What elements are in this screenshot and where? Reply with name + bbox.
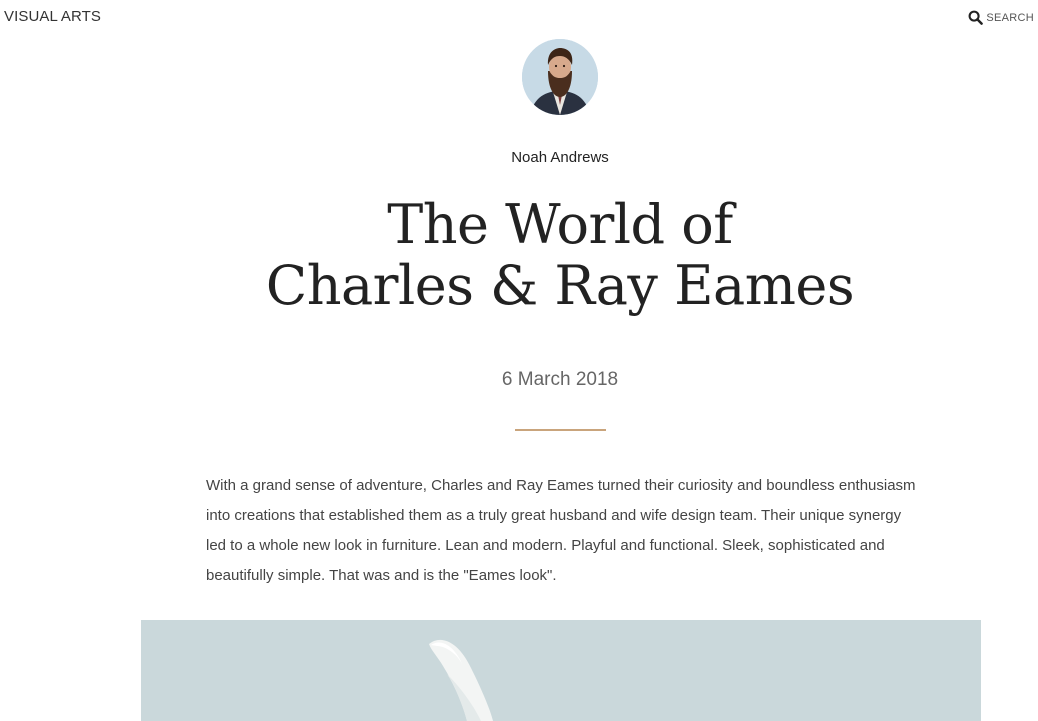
page: VISUAL ARTS SEARCH Noah Andrews The Worl… <box>0 0 1038 721</box>
author-name-link[interactable]: Noah Andrews <box>0 149 1038 166</box>
hero-image-graphic <box>141 620 981 721</box>
site-title-link[interactable]: VISUAL ARTS <box>4 8 101 25</box>
avatar-image <box>522 39 598 115</box>
search-icon <box>968 10 984 25</box>
article-title-line-2: Charles & Ray Eames <box>265 254 855 317</box>
title-divider <box>515 429 606 431</box>
hero-image <box>141 620 981 721</box>
article-lead-paragraph: With a grand sense of adventure, Charles… <box>206 477 916 584</box>
search-button[interactable]: SEARCH <box>968 10 1034 25</box>
article-title: The World of Charles & Ray Eames <box>180 194 940 316</box>
publish-date: 6 March 2018 <box>501 369 619 390</box>
author-avatar[interactable] <box>522 39 598 115</box>
search-label: SEARCH <box>986 11 1034 24</box>
article-title-line-1: The World of <box>387 193 733 256</box>
